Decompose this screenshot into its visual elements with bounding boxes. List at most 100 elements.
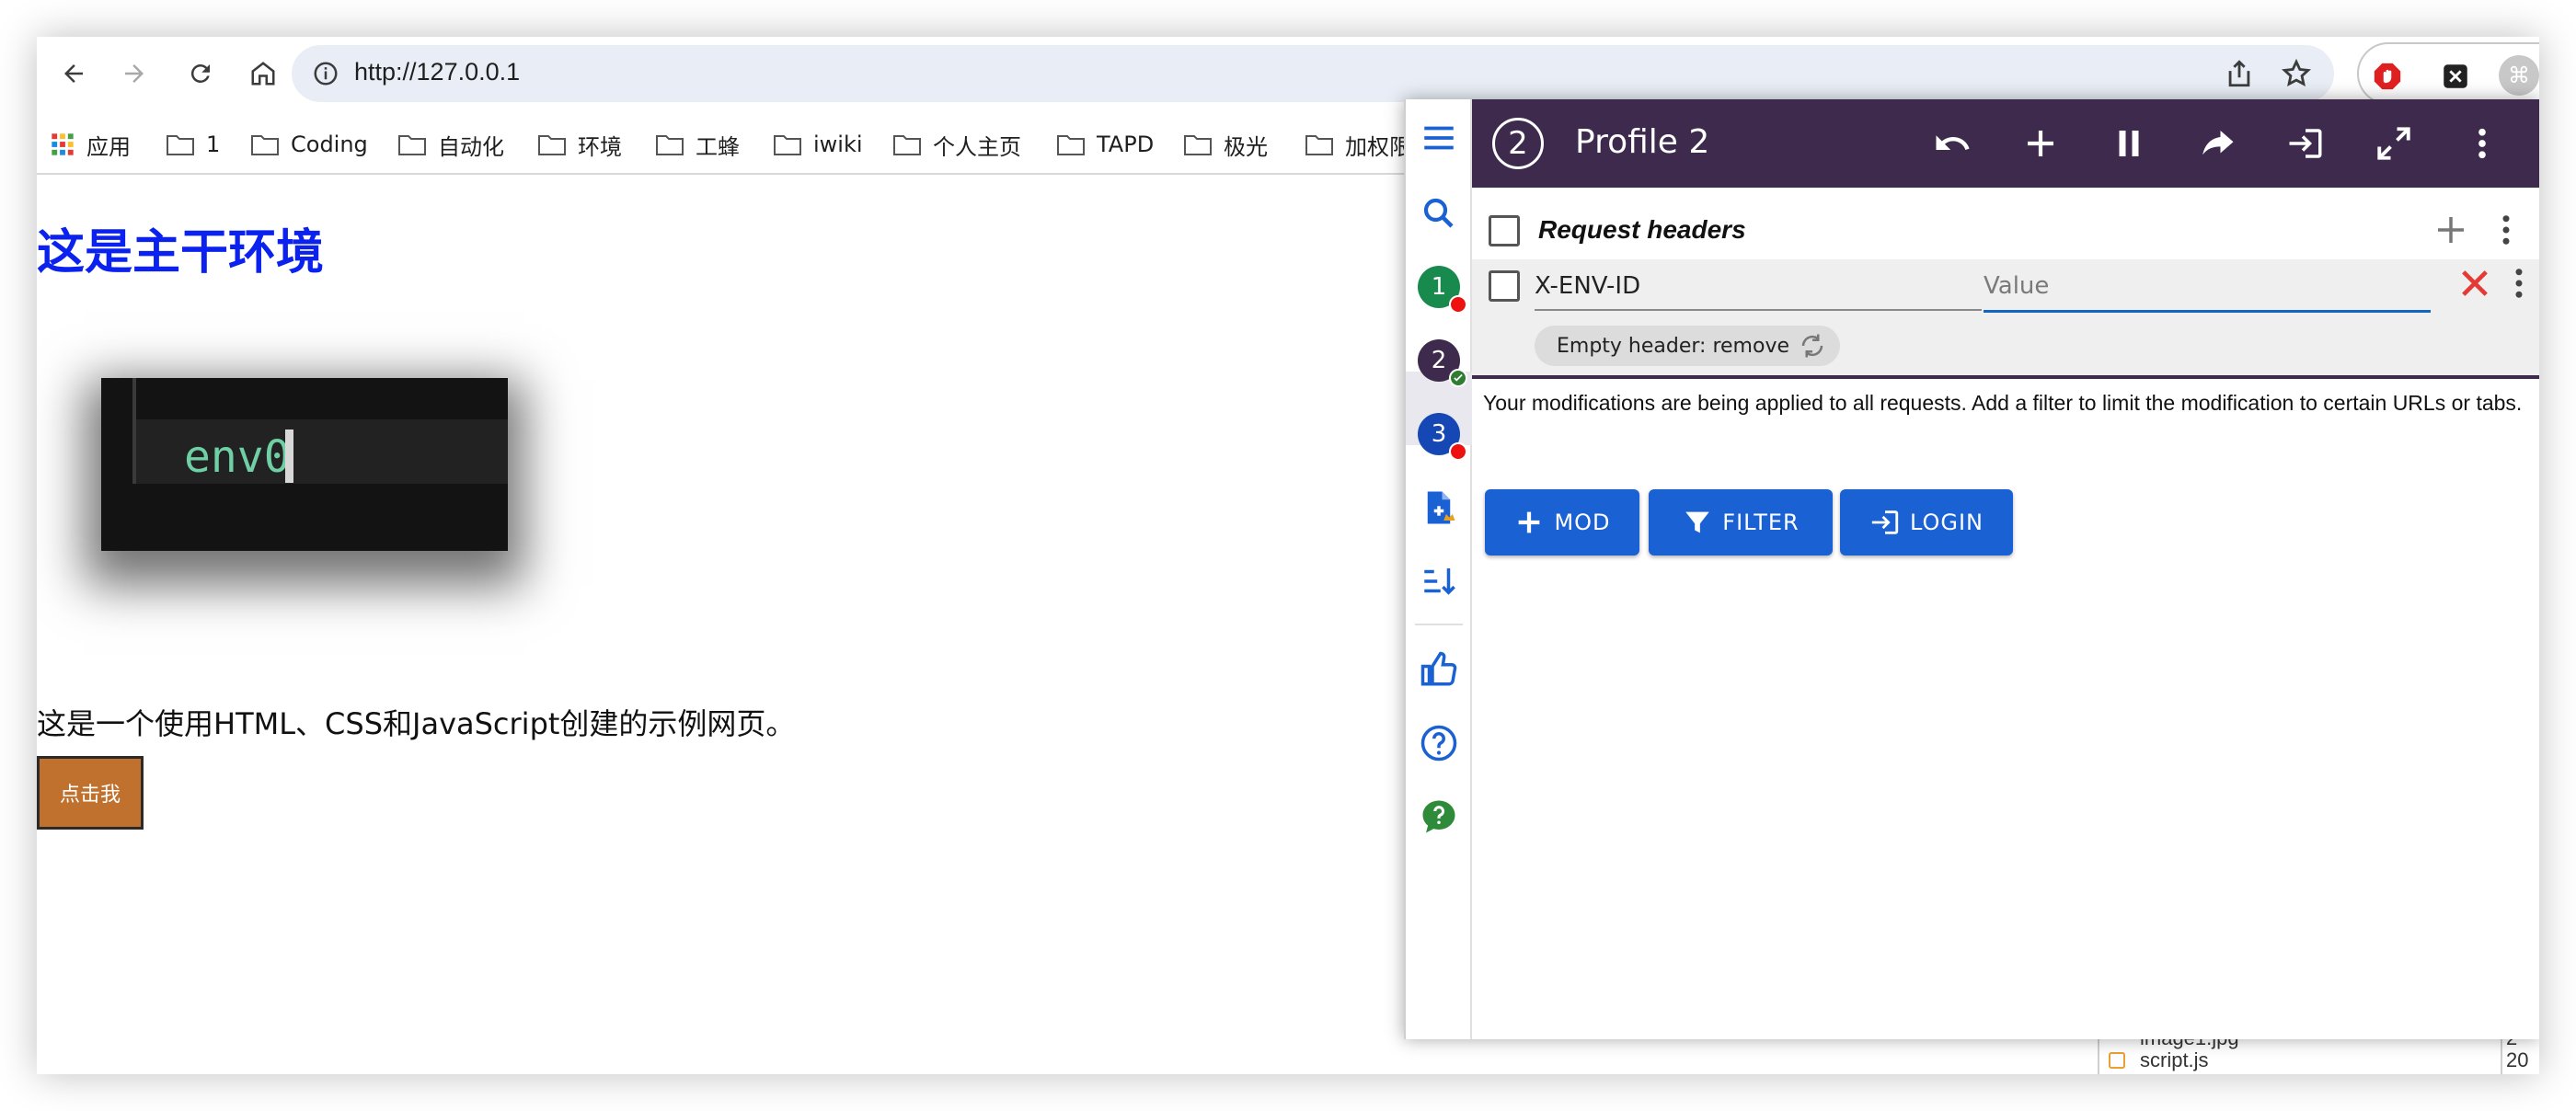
header-value-field[interactable]: Value <box>1984 265 2431 313</box>
bookmark-folder-tapd[interactable]: TAPD <box>1056 129 1154 160</box>
header-enable-checkbox[interactable] <box>1489 270 1520 302</box>
login-button[interactable]: LOGIN <box>1840 489 2013 556</box>
click-me-button[interactable]: 点击我 <box>37 756 144 830</box>
profile-3-button[interactable]: 3 <box>1415 410 1467 461</box>
status-dot <box>1449 295 1467 314</box>
info-icon[interactable] <box>312 60 339 87</box>
bookmark-folder-gongfeng[interactable]: 工蜂 <box>655 129 740 160</box>
page-description: 这是一个使用HTML、CSS和JavaScript创建的示例网页。 <box>37 706 796 741</box>
profile-number: 2 <box>1431 347 1447 374</box>
js-file-icon <box>2109 1052 2125 1069</box>
folder-icon <box>774 135 801 155</box>
button-label: LOGIN <box>1909 510 1984 535</box>
import-button[interactable] <box>2283 121 2328 166</box>
reload-icon <box>190 63 210 83</box>
search-icon <box>1423 198 1454 228</box>
profile-2-button[interactable]: 2 <box>1415 337 1467 387</box>
button-label: FILTER <box>1722 510 1800 535</box>
reload-button[interactable] <box>180 53 221 94</box>
url-text[interactable]: http://127.0.0.1 <box>354 58 520 86</box>
pause-button[interactable] <box>2107 121 2151 166</box>
arrow-right-icon <box>125 64 144 83</box>
hero-text: env0 <box>184 431 291 483</box>
bookmark-folder-homepage[interactable]: 个人主页 <box>892 129 1021 160</box>
section-title: Request headers <box>1538 215 1746 244</box>
adblock-icon[interactable] <box>2372 61 2403 92</box>
search-button[interactable] <box>1415 189 1463 237</box>
extensions-area: ⌘ <box>2357 42 2539 105</box>
x-extension-icon[interactable] <box>2440 61 2471 92</box>
folder-icon <box>656 135 684 155</box>
sidebar-divider <box>1415 624 1463 625</box>
share-button[interactable] <box>2195 121 2239 166</box>
profile-number: 3 <box>1431 420 1447 448</box>
folder-icon <box>1057 135 1085 155</box>
close-icon <box>2462 270 2488 296</box>
plus-icon <box>2438 217 2464 243</box>
bookmark-apps[interactable]: 应用 <box>50 129 131 160</box>
new-profile-button[interactable] <box>1415 484 1463 532</box>
more-menu-button[interactable] <box>2460 121 2504 166</box>
sort-icon <box>1424 568 1455 595</box>
bookmark-folder-iwiki[interactable]: iwiki <box>773 129 863 160</box>
profile-1-button[interactable]: 1 <box>1415 263 1467 314</box>
filter-icon <box>1685 511 1710 533</box>
request-headers-checkbox[interactable] <box>1489 215 1520 246</box>
browser-window: http://127.0.0.1 ⌘ 应用 1 Coding 自动化 环境 工蜂… <box>37 37 2539 1074</box>
bookmark-label: Coding <box>291 132 368 157</box>
undo-icon <box>1936 135 1970 150</box>
add-button[interactable] <box>2018 121 2063 166</box>
divider <box>2098 1039 2099 1074</box>
delete-header-button[interactable] <box>2453 261 2497 305</box>
add-filter-button[interactable]: FILTER <box>1649 489 1833 556</box>
profile-number: 1 <box>1431 273 1447 301</box>
pause-icon <box>2119 131 2139 156</box>
login-icon <box>1871 510 1899 534</box>
sort-button[interactable] <box>1415 557 1463 605</box>
home-button[interactable] <box>243 53 283 94</box>
feedback-button[interactable] <box>1415 793 1463 841</box>
folder-icon <box>538 135 566 155</box>
empty-header-chip[interactable]: Empty header: remove <box>1535 326 1840 366</box>
forward-button[interactable] <box>114 53 155 94</box>
section-more-button[interactable] <box>2484 208 2528 252</box>
bookmark-label: iwiki <box>813 132 863 157</box>
page-title: 这是主干环境 <box>37 225 325 281</box>
bookmark-folder-coding[interactable]: Coding <box>250 129 368 160</box>
folder-icon <box>398 135 426 155</box>
login-icon <box>2289 129 2322 158</box>
menu-button[interactable] <box>1415 114 1463 162</box>
bookmark-label: TAPD <box>1097 132 1155 157</box>
bookmark-folder-automation[interactable]: 自动化 <box>397 129 504 160</box>
bookmark-folder-permission[interactable]: 加权限 <box>1305 129 1411 160</box>
add-mod-button[interactable]: MOD <box>1485 489 1639 556</box>
back-button[interactable] <box>53 53 94 94</box>
hero-image: env0 <box>64 331 561 635</box>
devtools-file: script.js <box>2140 1048 2209 1071</box>
address-bar[interactable]: http://127.0.0.1 <box>292 45 2334 102</box>
file-add-crown-icon <box>1427 491 1455 524</box>
bookmark-folder-1[interactable]: 1 <box>166 129 220 160</box>
plus-icon <box>2028 131 2053 156</box>
star-icon[interactable] <box>2281 58 2312 89</box>
add-header-button[interactable] <box>2429 208 2473 252</box>
bookmark-label: 工蜂 <box>696 133 740 160</box>
profile-name[interactable]: Profile 2 <box>1575 123 1709 161</box>
like-button[interactable] <box>1415 646 1463 693</box>
header-more-button[interactable] <box>2497 261 2539 305</box>
fullscreen-button[interactable] <box>2372 121 2416 166</box>
undo-button[interactable] <box>1930 121 1974 166</box>
bookmark-label: 环境 <box>578 133 622 160</box>
bookmark-label: 1 <box>206 132 221 157</box>
bookmark-folder-env[interactable]: 环境 <box>537 129 622 160</box>
command-extension-icon[interactable]: ⌘ <box>2499 55 2539 96</box>
panel-sidebar: 1 2 3 <box>1406 99 1472 1039</box>
bookmark-folder-jiguang[interactable]: 极光 <box>1183 129 1268 160</box>
header-name-field[interactable]: X-ENV-ID <box>1535 265 1982 311</box>
bookmark-label: 自动化 <box>438 133 504 160</box>
profile-badge: 1 <box>1418 266 1467 314</box>
help-button[interactable] <box>1415 719 1463 767</box>
devtools-size: 20 <box>2506 1048 2529 1071</box>
folder-icon <box>893 135 921 155</box>
share-icon[interactable] <box>2224 58 2255 89</box>
